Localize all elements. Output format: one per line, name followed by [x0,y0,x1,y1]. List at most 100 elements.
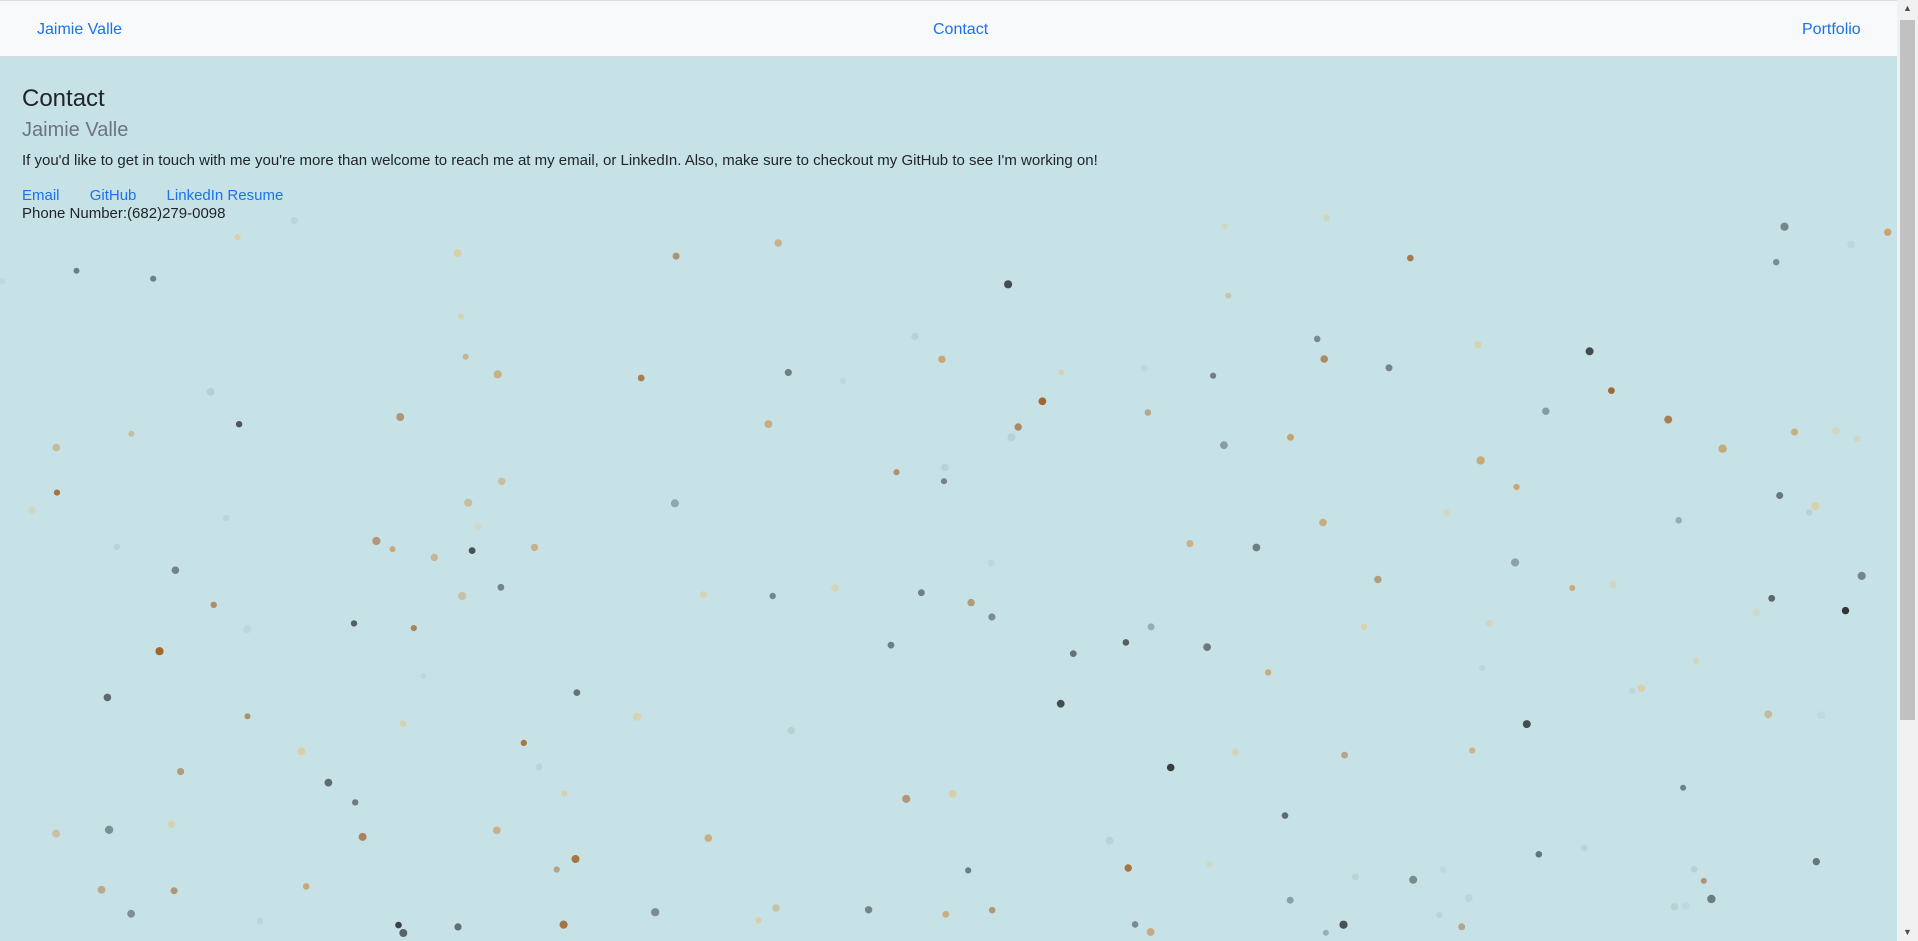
particle-dot [244,713,251,720]
particle-dot [256,918,264,925]
scroll-up-icon[interactable]: ▲ [1897,0,1918,17]
particle-dot [1700,877,1707,884]
particle-dot [1038,397,1047,406]
particle-dot [235,421,243,428]
particle-dot [420,672,427,680]
particle-dot [210,601,217,608]
particle-dot [940,478,948,485]
particle-dot [938,355,946,363]
particle-dot [672,252,680,260]
particle-dot [1637,684,1646,692]
particle-dot [1535,851,1543,858]
particle-dot [1147,623,1155,631]
particle-dot [755,917,762,924]
contact-section: Contact Jaimie Valle If you'd like to ge… [22,83,1882,223]
particle-dot [1407,254,1414,262]
top-navbar: Jaimie Valle Contact Portfolio [0,0,1897,57]
particle-dot [1409,875,1418,884]
particle-dot [1264,669,1272,676]
particle-dot [1436,911,1443,919]
particle-dot [561,790,568,797]
particle-dot [1007,433,1016,442]
particle-dot [1707,894,1716,904]
particle-dot [73,267,80,274]
particle-dot [1580,844,1588,852]
particle-dot [457,313,465,320]
particle-dot [1812,857,1821,866]
particle-dot [571,855,580,863]
particle-dot [1474,341,1482,349]
particle-dot [1442,509,1450,517]
particle-dot [520,739,527,747]
nav-portfolio-link[interactable]: Portfolio [1802,21,1861,39]
particle-dot [911,332,919,341]
scroll-down-icon[interactable]: ▼ [1897,924,1918,941]
particle-dot [988,613,996,621]
particle-dot [468,547,476,554]
nav-contact-link[interactable]: Contact [933,21,988,39]
particle-dot [352,799,359,806]
particle-dot [1458,923,1466,931]
particle-dot [1817,711,1826,720]
particle-dot [948,789,957,798]
particle-dot [941,463,949,472]
particle-dot [965,867,972,874]
particle-dot [1675,517,1682,524]
scroll-thumb[interactable] [1900,20,1915,720]
particle-dot [1131,921,1139,928]
particle-dot [839,377,847,384]
particle-dot [1341,751,1348,759]
particle-dot [1664,415,1673,424]
particle-dot [462,353,469,360]
particle-dot [1210,372,1217,379]
particle-dot [1609,581,1617,589]
particle-dot [1140,364,1148,372]
linkedin-resume-link[interactable]: LinkedIn Resume [167,187,284,204]
particle-dot [1144,409,1152,416]
particle-dot [372,536,381,546]
particle-dot [1752,608,1761,617]
particle-dot [1014,423,1022,431]
particle-dot [410,625,417,632]
particle-dot [458,591,467,601]
particle-dot [399,720,407,727]
particle-dot [1320,355,1328,363]
vertical-scrollbar[interactable]: ▲ ▼ [1897,0,1918,941]
particle-dot [637,374,645,382]
particle-dot [492,826,501,835]
particle-dot [1884,228,1892,236]
particle-dot [171,566,180,574]
particle-dot [1351,873,1360,881]
particle-dot [52,443,61,452]
particle-dot [1203,643,1211,651]
nav-brand-link[interactable]: Jaimie Valle [37,21,122,39]
particle-dot [1569,585,1576,591]
particle-dot [1286,896,1294,904]
particle-dot [1231,748,1240,756]
particle-dot [1513,483,1520,491]
particle-dot [1124,864,1132,872]
particle-dot [1693,657,1700,664]
contact-links: Email GitHub LinkedIn Resume [22,187,1882,205]
particle-dot [1690,866,1698,873]
github-link[interactable]: GitHub [90,187,137,204]
particle-dot [1339,920,1348,929]
intro-text: If you'd like to get in touch with me yo… [22,152,1098,169]
page-subtitle: Jaimie Valle [22,119,129,141]
particle-dot [1469,747,1476,754]
particle-dot [1670,903,1679,911]
particle-dot [769,592,776,600]
particle-dot [1511,558,1520,567]
particle-dot [297,747,306,756]
particle-dot [302,883,310,890]
particle-dot [1585,347,1594,356]
particle-dot [1811,501,1820,511]
particle-dot [633,712,642,721]
particle-dot [395,921,402,929]
particle-dot [170,887,178,895]
particle-dot [1319,518,1327,527]
particle-dot [787,726,795,735]
email-link[interactable]: Email [22,187,60,204]
particle-dot [1464,894,1473,902]
particle-dot [1166,763,1175,772]
